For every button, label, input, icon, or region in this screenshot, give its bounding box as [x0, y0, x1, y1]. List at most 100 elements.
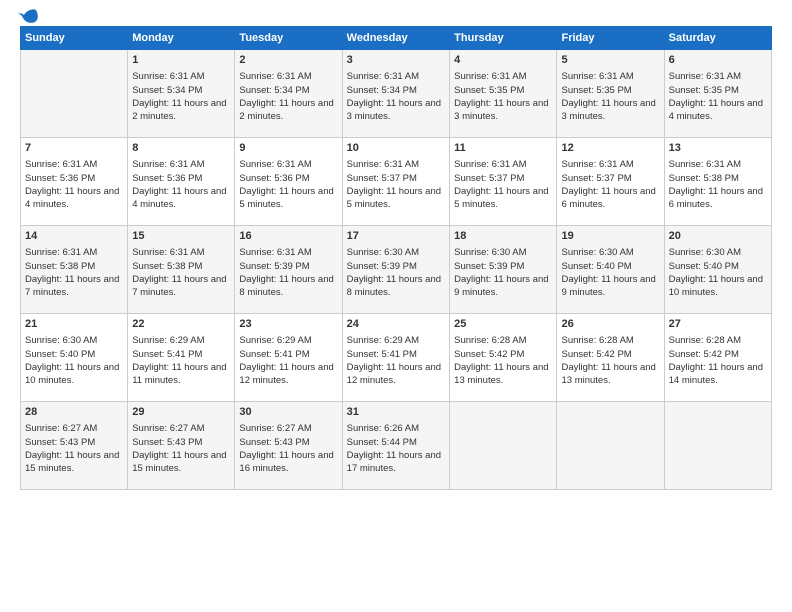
sunset-text: Sunset: 5:34 PM — [347, 84, 445, 97]
calendar-cell: 16 Sunrise: 6:31 AMSunset: 5:39 PMDayligh… — [235, 226, 342, 314]
day-number: 6 — [669, 53, 767, 68]
calendar-cell: 2Sunrise: 6:31 AMSunset: 5:34 PMDaylight… — [235, 50, 342, 138]
daylight-text: Daylight: 11 hours and 6 minutes. — [669, 185, 767, 212]
day-number: 31 — [347, 405, 445, 420]
calendar-week-5: 28Sunrise: 6:27 AMSunset: 5:43 PMDayligh… — [21, 402, 772, 490]
calendar-cell: 4Sunrise: 6:31 AMSunset: 5:35 PMDaylight… — [450, 50, 557, 138]
sunset-text: Sunset: 5:34 PM — [132, 84, 230, 97]
sunrise-text: Sunrise: 6:31 AM — [347, 158, 445, 171]
calendar-week-4: 21Sunrise: 6:30 AMSunset: 5:40 PMDayligh… — [21, 314, 772, 402]
sunrise-text: Sunrise: 6:29 AM — [347, 334, 445, 347]
sunrise-text: Sunrise: 6:28 AM — [669, 334, 767, 347]
sunrise-text: Sunrise: 6:31 AM — [132, 70, 230, 83]
day-number: 24 — [347, 317, 445, 332]
weekday-header-friday: Friday — [557, 27, 664, 50]
calendar-cell: 30Sunrise: 6:27 AMSunset: 5:43 PMDayligh… — [235, 402, 342, 490]
day-number: 7 — [25, 141, 123, 156]
weekday-header-monday: Monday — [128, 27, 235, 50]
sunset-text: Sunset: 5:39 PM — [454, 260, 552, 273]
sunrise-text: Sunrise: 6:31 AM — [239, 246, 337, 259]
sunset-text: Sunset: 5:44 PM — [347, 436, 445, 449]
calendar-cell: 10Sunrise: 6:31 AMSunset: 5:37 PMDayligh… — [342, 138, 449, 226]
calendar-cell: 20Sunrise: 6:30 AMSunset: 5:40 PMDayligh… — [664, 226, 771, 314]
calendar-cell: 27Sunrise: 6:28 AMSunset: 5:42 PMDayligh… — [664, 314, 771, 402]
daylight-text: Daylight: 11 hours and 10 minutes. — [25, 361, 123, 388]
calendar-cell: 17Sunrise: 6:30 AMSunset: 5:39 PMDayligh… — [342, 226, 449, 314]
sunset-text: Sunset: 5:34 PM — [239, 84, 337, 97]
sunset-text: Sunset: 5:39 PM — [239, 260, 337, 273]
day-number: 14 — [25, 229, 123, 244]
daylight-text: Daylight: 11 hours and 11 minutes. — [132, 361, 230, 388]
day-number: 28 — [25, 405, 123, 420]
sunset-text: Sunset: 5:36 PM — [239, 172, 337, 185]
daylight-text: Daylight: 11 hours and 9 minutes. — [454, 273, 552, 300]
sunrise-text: Sunrise: 6:31 AM — [454, 158, 552, 171]
sunrise-text: Sunrise: 6:28 AM — [561, 334, 659, 347]
daylight-text: Daylight: 11 hours and 16 minutes. — [239, 449, 337, 476]
day-number: 11 — [454, 141, 552, 156]
day-number: 18 — [454, 229, 552, 244]
sunrise-text: Sunrise: 6:31 AM — [561, 70, 659, 83]
sunrise-text: Sunrise: 6:31 AM — [239, 158, 337, 171]
sunset-text: Sunset: 5:35 PM — [561, 84, 659, 97]
calendar-cell: 11Sunrise: 6:31 AMSunset: 5:37 PMDayligh… — [450, 138, 557, 226]
sunset-text: Sunset: 5:37 PM — [561, 172, 659, 185]
sunset-text: Sunset: 5:38 PM — [669, 172, 767, 185]
daylight-text: Daylight: 11 hours and 4 minutes. — [669, 97, 767, 124]
sunrise-text: Sunrise: 6:31 AM — [25, 246, 123, 259]
sunset-text: Sunset: 5:37 PM — [454, 172, 552, 185]
sunrise-text: Sunrise: 6:28 AM — [454, 334, 552, 347]
calendar-cell: 24 Sunrise: 6:29 AMSunset: 5:41 PMDayligh… — [342, 314, 449, 402]
day-number: 16 — [239, 229, 337, 244]
sunrise-text: Sunrise: 6:31 AM — [132, 158, 230, 171]
day-number: 12 — [561, 141, 659, 156]
sunset-text: Sunset: 5:42 PM — [561, 348, 659, 361]
sunset-text: Sunset: 5:35 PM — [669, 84, 767, 97]
sunset-text: Sunset: 5:43 PM — [25, 436, 123, 449]
calendar-week-3: 14 Sunrise: 6:31 AM Sunset: 5:38 PM Dayligh… — [21, 226, 772, 314]
day-number: 1 — [132, 53, 230, 68]
calendar-cell — [557, 402, 664, 490]
sunrise-text: Sunrise: 6:30 AM — [561, 246, 659, 259]
sunrise-text: Sunrise: 6:29 AM — [239, 334, 337, 347]
header-row — [20, 16, 772, 18]
sunset-text: Sunset: 5:41 PM — [239, 348, 337, 361]
weekday-header-wednesday: Wednesday — [342, 27, 449, 50]
day-number: 4 — [454, 53, 552, 68]
weekday-header-thursday: Thursday — [450, 27, 557, 50]
sunrise-text: Sunrise: 6:31 AM — [347, 70, 445, 83]
sunset-text: Sunset: 5:43 PM — [239, 436, 337, 449]
daylight-text: Daylight: 11 hours and 10 minutes. — [669, 273, 767, 300]
sunset-text: Sunset: 5:42 PM — [454, 348, 552, 361]
calendar-cell: 9Sunrise: 6:31 AMSunset: 5:36 PMDaylight… — [235, 138, 342, 226]
calendar-cell — [450, 402, 557, 490]
calendar-cell: 25Sunrise: 6:28 AMSunset: 5:42 PMDayligh… — [450, 314, 557, 402]
sunrise-text: Sunrise: 6:30 AM — [347, 246, 445, 259]
calendar-cell: 7Sunrise: 6:31 AMSunset: 5:36 PMDaylight… — [21, 138, 128, 226]
daylight-text: Daylight: 11 hours and 8 minutes. — [239, 273, 337, 300]
day-number: 29 — [132, 405, 230, 420]
sunrise-text: Sunrise: 6:31 AM — [25, 158, 123, 171]
sunrise-text: Sunrise: 6:26 AM — [347, 422, 445, 435]
sunset-text: Sunset: 5:37 PM — [347, 172, 445, 185]
sunrise-text: Sunrise: 6:31 AM — [239, 70, 337, 83]
sunrise-text: Sunrise: 6:27 AM — [25, 422, 123, 435]
calendar-week-2: 7Sunrise: 6:31 AMSunset: 5:36 PMDaylight… — [21, 138, 772, 226]
sunset-text: Sunset: 5:36 PM — [25, 172, 123, 185]
sunrise-text: Sunrise: 6:27 AM — [239, 422, 337, 435]
day-number: 20 — [669, 229, 767, 244]
calendar-cell: 22Sunrise: 6:29 AMSunset: 5:41 PMDayligh… — [128, 314, 235, 402]
sunset-text: Sunset: 5:39 PM — [347, 260, 445, 273]
calendar-cell: 6Sunrise: 6:31 AMSunset: 5:35 PMDaylight… — [664, 50, 771, 138]
daylight-text: Daylight: 11 hours and 12 minutes. — [347, 361, 445, 388]
daylight-text: Daylight: 11 hours and 3 minutes. — [454, 97, 552, 124]
calendar-cell: 21Sunrise: 6:30 AMSunset: 5:40 PMDayligh… — [21, 314, 128, 402]
daylight-text: Daylight: 11 hours and 3 minutes. — [347, 97, 445, 124]
calendar-cell: 15Sunrise: 6:31 AMSunset: 5:38 PMDayligh… — [128, 226, 235, 314]
logo-bird-icon — [18, 8, 38, 31]
day-number: 9 — [239, 141, 337, 156]
daylight-text: Daylight: 11 hours and 4 minutes. — [132, 185, 230, 212]
sunset-text: Sunset: 5:38 PM — [132, 260, 230, 273]
sunset-text: Sunset: 5:41 PM — [347, 348, 445, 361]
day-number: 19 — [561, 229, 659, 244]
